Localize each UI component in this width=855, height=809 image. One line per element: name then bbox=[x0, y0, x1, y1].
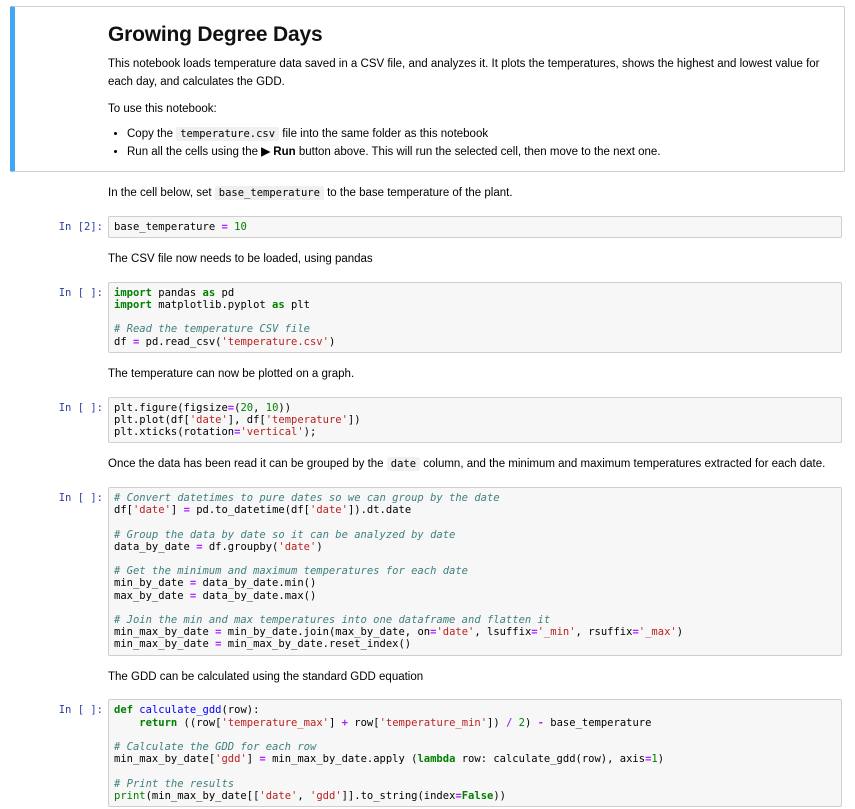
code-cell-imports[interactable]: In [ ]: import pandas as pdimport matplo… bbox=[0, 282, 855, 353]
code-editor[interactable]: # Convert datetimes to pure dates so we … bbox=[108, 487, 842, 656]
markdown-text: Once the data has been read it can be gr… bbox=[108, 456, 841, 474]
cell-prompt: In [ ]: bbox=[0, 487, 108, 504]
notebook: Growing Degree Days This notebook loads … bbox=[0, 0, 855, 807]
cell-prompt: In [2]: bbox=[0, 216, 108, 233]
code-cell-group-min-max[interactable]: In [ ]: # Convert datetimes to pure date… bbox=[0, 487, 855, 656]
code-cell-base-temperature[interactable]: In [2]: base_temperature = 10 bbox=[0, 216, 855, 238]
usage-intro: To use this notebook: bbox=[108, 101, 832, 119]
cell-prompt: In [ ]: bbox=[0, 699, 108, 716]
markdown-cell-plot-graph[interactable]: The temperature can now be plotted on a … bbox=[0, 366, 855, 384]
notebook-title: Growing Degree Days bbox=[108, 23, 832, 47]
markdown-text: The CSV file now needs to be loaded, usi… bbox=[108, 251, 841, 269]
markdown-text: In the cell below, set base_temperature … bbox=[108, 185, 841, 203]
intro-description: This notebook loads temperature data sav… bbox=[108, 56, 832, 92]
markdown-text: The GDD can be calculated using the stan… bbox=[108, 669, 841, 687]
code-editor[interactable]: import pandas as pdimport matplotlib.pyp… bbox=[108, 282, 842, 353]
code-editor[interactable]: plt.figure(figsize=(20, 10))plt.plot(df[… bbox=[108, 397, 842, 444]
markdown-cell-gdd-equation[interactable]: The GDD can be calculated using the stan… bbox=[0, 669, 855, 687]
markdown-text: The temperature can now be plotted on a … bbox=[108, 366, 841, 384]
markdown-cell-set-base-temperature[interactable]: In the cell below, set base_temperature … bbox=[0, 185, 855, 203]
list-item-copy-csv: Copy the temperature.csv file into the s… bbox=[127, 126, 832, 143]
code-cell-calculate-gdd[interactable]: In [ ]: def calculate_gdd(row): return (… bbox=[0, 699, 855, 807]
code-editor[interactable]: base_temperature = 10 bbox=[108, 216, 842, 238]
list-item-run-cells: Run all the cells using the ▶ Run button… bbox=[127, 144, 832, 161]
cell-prompt: In [ ]: bbox=[0, 397, 108, 414]
code-cell-plot[interactable]: In [ ]: plt.figure(figsize=(20, 10))plt.… bbox=[0, 397, 855, 444]
markdown-cell-load-csv[interactable]: The CSV file now needs to be loaded, usi… bbox=[0, 251, 855, 269]
usage-list: Copy the temperature.csv file into the s… bbox=[108, 126, 832, 161]
cell-prompt: In [ ]: bbox=[0, 282, 108, 299]
code-editor[interactable]: def calculate_gdd(row): return ((row['te… bbox=[108, 699, 842, 807]
markdown-cell-group-by-date[interactable]: Once the data has been read it can be gr… bbox=[0, 456, 855, 474]
markdown-cell-intro[interactable]: Growing Degree Days This notebook loads … bbox=[10, 6, 845, 172]
